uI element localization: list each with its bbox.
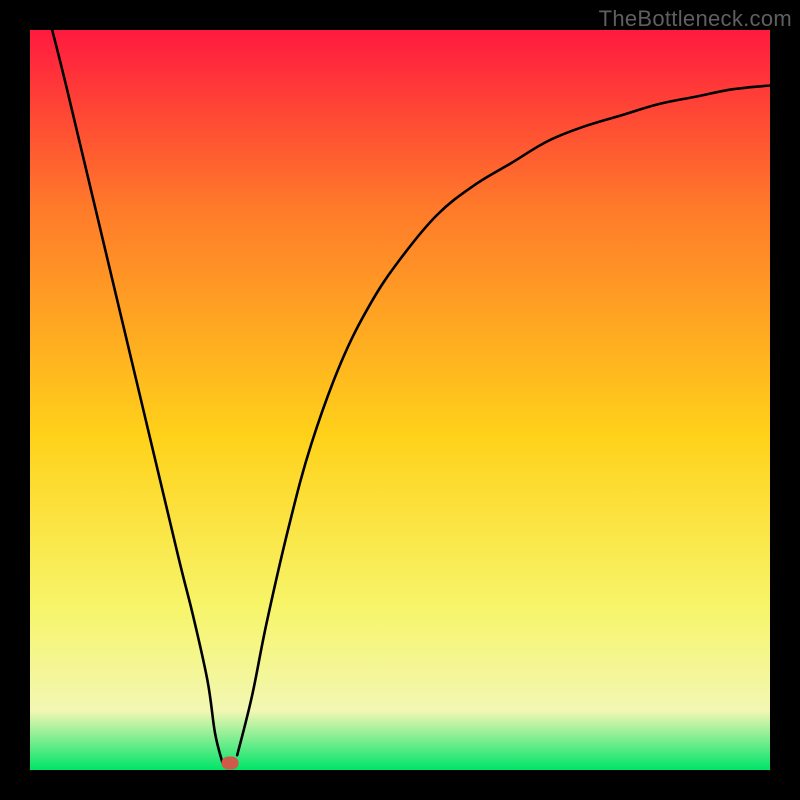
plot-area <box>30 30 770 770</box>
watermark-text: TheBottleneck.com <box>599 6 792 32</box>
bottleneck-curve <box>30 30 770 770</box>
optimum-marker <box>221 756 238 769</box>
chart-frame: TheBottleneck.com <box>0 0 800 800</box>
